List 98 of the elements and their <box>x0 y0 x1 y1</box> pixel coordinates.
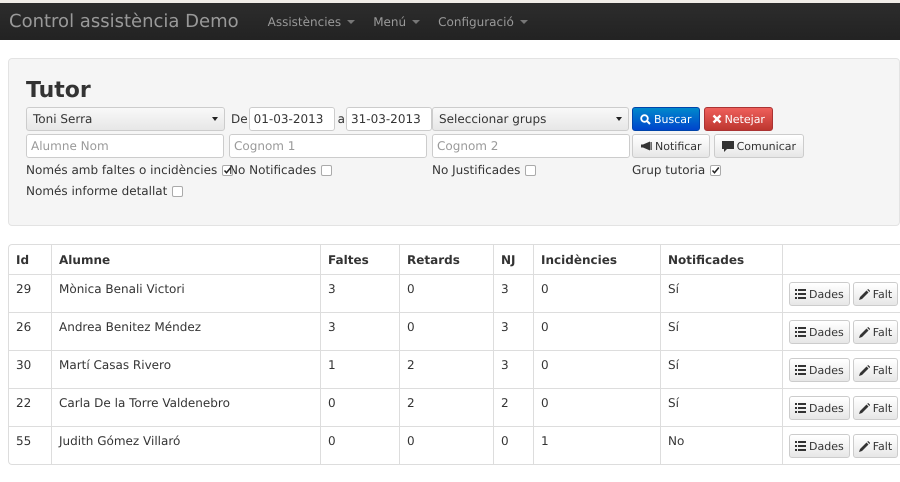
search-button[interactable]: Buscar <box>632 107 700 131</box>
page-title: Tutor <box>26 78 91 103</box>
list-icon <box>795 441 806 451</box>
checkbox-label: Grup tutoria <box>632 163 706 177</box>
groups-select[interactable]: Seleccionar grups <box>432 107 629 131</box>
column-header: Id <box>15 252 30 268</box>
pencil-icon <box>858 402 870 414</box>
details-button[interactable]: Dades <box>789 434 850 458</box>
column-header: Alumne <box>51 245 320 274</box>
column-header: NJ <box>493 245 533 274</box>
edit-button[interactable]: Falt <box>852 358 898 382</box>
caret-icon <box>520 20 528 24</box>
table-cell: Mònica Benali Victori <box>51 274 320 312</box>
nav-menu[interactable]: Configuració <box>429 14 537 28</box>
table-cell: 3 <box>493 350 533 388</box>
search-icon <box>640 114 651 124</box>
column-header: Incidències <box>533 245 660 274</box>
column-header: Retards <box>399 245 493 274</box>
caret-icon <box>212 117 218 121</box>
table-cell: Sí <box>660 350 782 388</box>
edit-button[interactable]: Falt <box>852 320 898 344</box>
checkbox-label: No Justificades <box>432 163 520 177</box>
megaphone-icon <box>640 141 652 151</box>
table-cell: 0 <box>533 388 660 426</box>
speech-bubble-icon <box>722 140 734 152</box>
table-cell: 2 <box>399 350 493 388</box>
table-cell: Sí <box>660 388 782 426</box>
clear-button[interactable]: Netejar <box>704 107 773 131</box>
table-cell: Sí <box>660 274 782 312</box>
table-cell: 0 <box>399 274 493 312</box>
checkbox-label: No Notificades <box>229 163 316 177</box>
caret-icon <box>412 20 420 24</box>
checkbox-label: Només informe detallat <box>26 184 168 198</box>
details-button[interactable]: Dades <box>789 396 850 420</box>
table-cell: 3 <box>493 312 533 350</box>
table-cell: 1 <box>320 350 399 388</box>
table-cell: 0 <box>533 350 660 388</box>
input-field[interactable]: Cognom 2 <box>432 134 630 158</box>
table-cell: 29 <box>9 274 51 312</box>
checkbox[interactable] <box>172 186 184 196</box>
table-cell: Andrea Benitez Méndez <box>51 312 320 350</box>
list-icon <box>795 327 806 337</box>
notify-button[interactable]: Notificar <box>632 134 710 158</box>
tutor-select[interactable]: Toni Serra <box>26 107 225 131</box>
nav-menu[interactable]: Menú <box>364 14 430 28</box>
table-cell: 0 <box>399 426 493 464</box>
from-label: De <box>230 112 248 126</box>
date-field[interactable]: 01-03-2013 <box>248 107 335 131</box>
checkbox-label: Només amb faltes o incidències <box>26 163 218 177</box>
caret-icon <box>616 117 622 121</box>
pencil-icon <box>858 326 870 338</box>
table-cell: 2 <box>493 388 533 426</box>
date-field[interactable]: 31-03-2013 <box>346 107 432 131</box>
table-cell: 55 <box>9 426 51 464</box>
nav-menu[interactable]: Assistències <box>258 14 364 28</box>
table-cell: 30 <box>9 350 51 388</box>
table-cell: 0 <box>320 426 399 464</box>
edit-button[interactable]: Falt <box>852 396 898 420</box>
details-button[interactable]: Dades <box>789 358 850 382</box>
checkbox[interactable] <box>710 164 722 176</box>
table-cell: Judith Gómez Villaró <box>51 426 320 464</box>
details-button[interactable]: Dades <box>789 320 850 344</box>
checkbox[interactable] <box>525 164 536 176</box>
table-cell: Martí Casas Rivero <box>51 350 320 388</box>
message-button[interactable]: Comunicar <box>714 134 804 158</box>
edit-button[interactable]: Falt <box>852 282 898 306</box>
list-icon <box>795 365 806 375</box>
checkbox[interactable] <box>321 164 332 176</box>
pencil-icon <box>858 440 870 452</box>
table-cell: 26 <box>9 312 51 350</box>
table-cell: No <box>660 426 782 464</box>
details-button[interactable]: Dades <box>789 282 850 306</box>
close-icon <box>712 114 722 124</box>
table-cell: 3 <box>493 274 533 312</box>
input-field[interactable]: Cognom 1 <box>229 134 427 158</box>
input-field[interactable]: Alumne Nom <box>26 134 224 158</box>
column-header: Notificades <box>660 245 782 274</box>
table-cell: 2 <box>399 388 493 426</box>
table-cell: 0 <box>533 312 660 350</box>
table-cell: 0 <box>399 312 493 350</box>
table-cell: 0 <box>493 426 533 464</box>
table-cell: 3 <box>320 312 399 350</box>
pencil-icon <box>858 288 870 300</box>
table-cell: Carla De la Torre Valdenebro <box>51 388 320 426</box>
pencil-icon <box>858 364 870 376</box>
column-header: Faltes <box>320 245 399 274</box>
table-cell: Sí <box>660 312 782 350</box>
list-icon <box>795 403 806 413</box>
table-cell: 0 <box>320 388 399 426</box>
table-cell: 22 <box>9 388 51 426</box>
caret-icon <box>347 20 356 24</box>
app-title[interactable]: Control assistència Demo <box>9 11 239 32</box>
to-label: a <box>336 112 345 126</box>
list-icon <box>795 289 806 299</box>
edit-button[interactable]: Falt <box>852 434 898 458</box>
table-cell: 3 <box>320 274 399 312</box>
table-cell: 0 <box>533 274 660 312</box>
table-cell: 1 <box>533 426 660 464</box>
